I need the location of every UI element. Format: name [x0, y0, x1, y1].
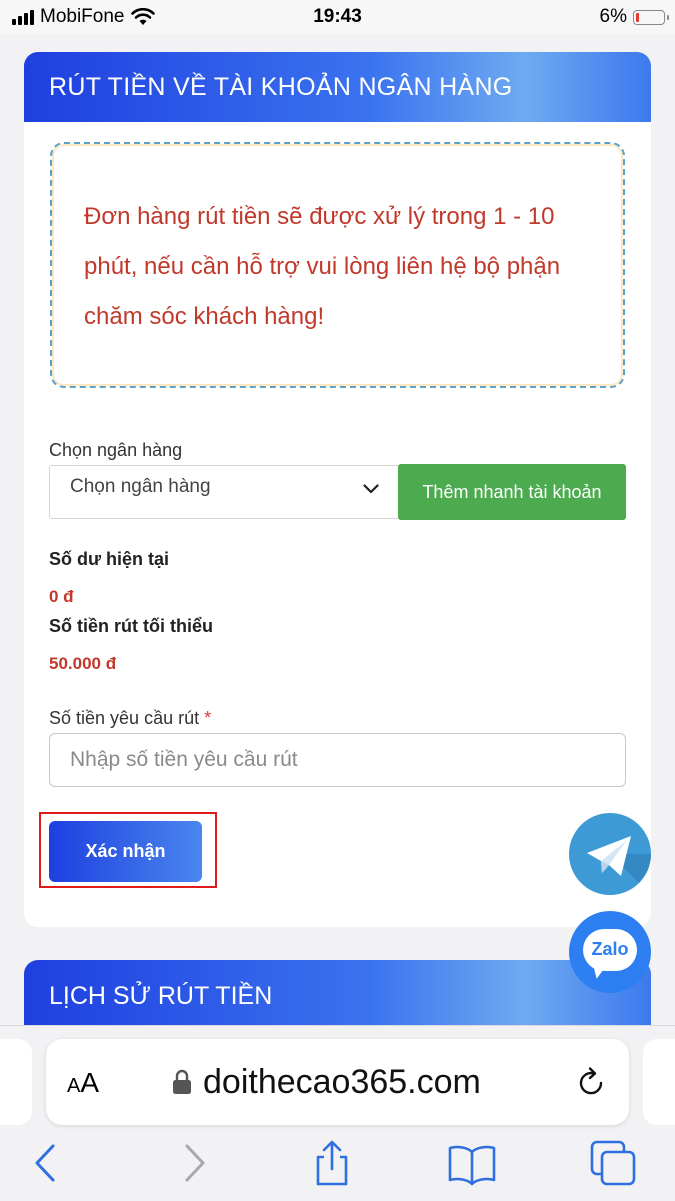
lock-icon: [173, 1069, 191, 1094]
reload-icon[interactable]: [576, 1066, 608, 1100]
clock: 19:43: [313, 6, 362, 27]
processing-notice: Đơn hàng rút tiền sẽ được xử lý trong 1 …: [50, 142, 625, 388]
status-bar: MobiFone 19:43 6%: [0, 0, 675, 34]
browser-bottom-bar: AA doithecao365.com: [0, 1025, 675, 1201]
back-icon[interactable]: [22, 1138, 72, 1188]
balance-value: 0 đ: [49, 587, 74, 606]
confirm-button[interactable]: Xác nhận: [49, 821, 202, 882]
zalo-label: Zalo: [591, 939, 629, 959]
tabs-icon[interactable]: [588, 1138, 638, 1188]
balance-label: Số dư hiện tại: [49, 549, 170, 569]
browser-toolbar: [0, 1126, 675, 1201]
previous-tab-preview[interactable]: [0, 1039, 32, 1125]
bank-label: Chọn ngân hàng: [49, 440, 183, 460]
withdraw-card: RÚT TIỀN VỀ TÀI KHOẢN NGÂN HÀNG Đơn hàng…: [24, 52, 651, 927]
amount-placeholder: Nhập số tiền yêu cầu rút: [70, 748, 298, 771]
url-domain: doithecao365.com: [203, 1063, 481, 1101]
min-withdraw-label: Số tiền rút tối thiểu: [49, 616, 213, 636]
address-bar[interactable]: AA doithecao365.com: [46, 1039, 629, 1125]
telegram-icon: [587, 836, 651, 895]
zalo-icon: Zalo: [583, 929, 637, 971]
reader-settings-button[interactable]: AA: [67, 1067, 99, 1099]
share-icon[interactable]: [307, 1138, 357, 1188]
bank-select[interactable]: Chọn ngân hàng: [49, 465, 400, 519]
battery-percent: 6%: [599, 6, 627, 27]
aa-small: A: [67, 1075, 81, 1097]
aa-big: A: [80, 1067, 100, 1098]
battery-icon: [633, 9, 669, 25]
history-title: LỊCH SỬ RÚT TIỀN: [49, 982, 273, 1010]
forward-icon[interactable]: [168, 1138, 218, 1188]
bank-select-value: Chọn ngân hàng: [70, 476, 211, 497]
amount-label-text: Số tiền yêu cầu rút: [49, 708, 200, 728]
chevron-down-icon: [363, 484, 379, 494]
telegram-button[interactable]: [569, 813, 651, 895]
required-mark: *: [204, 708, 212, 728]
zalo-button[interactable]: Zalo: [569, 911, 651, 993]
min-withdraw-value: 50.000 đ: [49, 654, 117, 673]
withdraw-title: RÚT TIỀN VỀ TÀI KHOẢN NGÂN HÀNG: [24, 52, 651, 122]
next-tab-preview[interactable]: [643, 1039, 675, 1125]
amount-label: Số tiền yêu cầu rút *: [49, 708, 211, 729]
quick-add-account-button[interactable]: Thêm nhanh tài khoản: [398, 464, 626, 520]
amount-input[interactable]: Nhập số tiền yêu cầu rút: [49, 733, 626, 787]
bookmarks-icon[interactable]: [447, 1138, 497, 1188]
